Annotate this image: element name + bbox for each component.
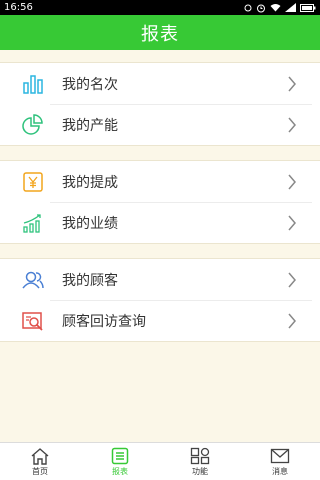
menu-item-label: 我的产能 [62,117,118,134]
menu-group-customers: 我的顾客 顾客回访查询 [0,258,320,342]
menu-item-label: 顾客回访查询 [62,313,146,330]
search-record-icon [20,308,46,334]
alarm-icon [256,3,266,13]
report-icon [111,446,129,466]
title-bar: 报表 [0,15,320,50]
home-icon [30,446,50,466]
tab-report[interactable]: 报表 [80,443,160,480]
menu-item-my-customers[interactable]: 我的顾客 [0,259,320,300]
tab-label: 首页 [32,467,48,476]
page-title: 报表 [141,23,179,45]
menu-item-my-commission[interactable]: 我的提成 [0,161,320,202]
growth-chart-icon [20,210,46,236]
bottom-tab-bar: 首页 报表 功能 消息 [0,442,320,480]
chevron-right-icon [282,74,302,94]
pie-chart-icon [20,112,46,138]
chevron-right-icon [282,172,302,192]
menu-item-label: 我的业绩 [62,215,118,232]
wifi-icon [270,3,281,12]
menu-item-label: 我的提成 [62,174,118,191]
customers-icon [20,267,46,293]
battery-icon [300,3,316,12]
status-time: 16:56 [4,2,33,13]
signal-icon [285,3,296,12]
yuan-icon [20,169,46,195]
grid-icon [190,446,210,466]
bar-chart-icon [20,71,46,97]
notification-icon [244,4,252,12]
tab-messages[interactable]: 消息 [240,443,320,480]
tab-label: 报表 [112,467,128,476]
menu-item-my-performance[interactable]: 我的业绩 [0,202,320,243]
tab-label: 消息 [272,467,288,476]
menu-item-label: 我的顾客 [62,272,118,289]
report-menu: 我的名次 我的产能 我的提成 我的业绩 我的顾客 顾客回访查询 [0,50,320,342]
menu-item-customer-revisit-query[interactable]: 顾客回访查询 [0,300,320,341]
mail-icon [270,446,290,466]
tab-home[interactable]: 首页 [0,443,80,480]
chevron-right-icon [282,115,302,135]
menu-item-label: 我的名次 [62,76,118,93]
menu-group-ranking: 我的名次 我的产能 [0,62,320,146]
tab-functions[interactable]: 功能 [160,443,240,480]
chevron-right-icon [282,213,302,233]
tab-label: 功能 [192,467,208,476]
status-icons [244,3,316,13]
menu-item-my-ranking[interactable]: 我的名次 [0,63,320,104]
menu-group-commission: 我的提成 我的业绩 [0,160,320,244]
status-bar: 16:56 [0,0,320,15]
menu-item-my-capacity[interactable]: 我的产能 [0,104,320,145]
chevron-right-icon [282,311,302,331]
chevron-right-icon [282,270,302,290]
